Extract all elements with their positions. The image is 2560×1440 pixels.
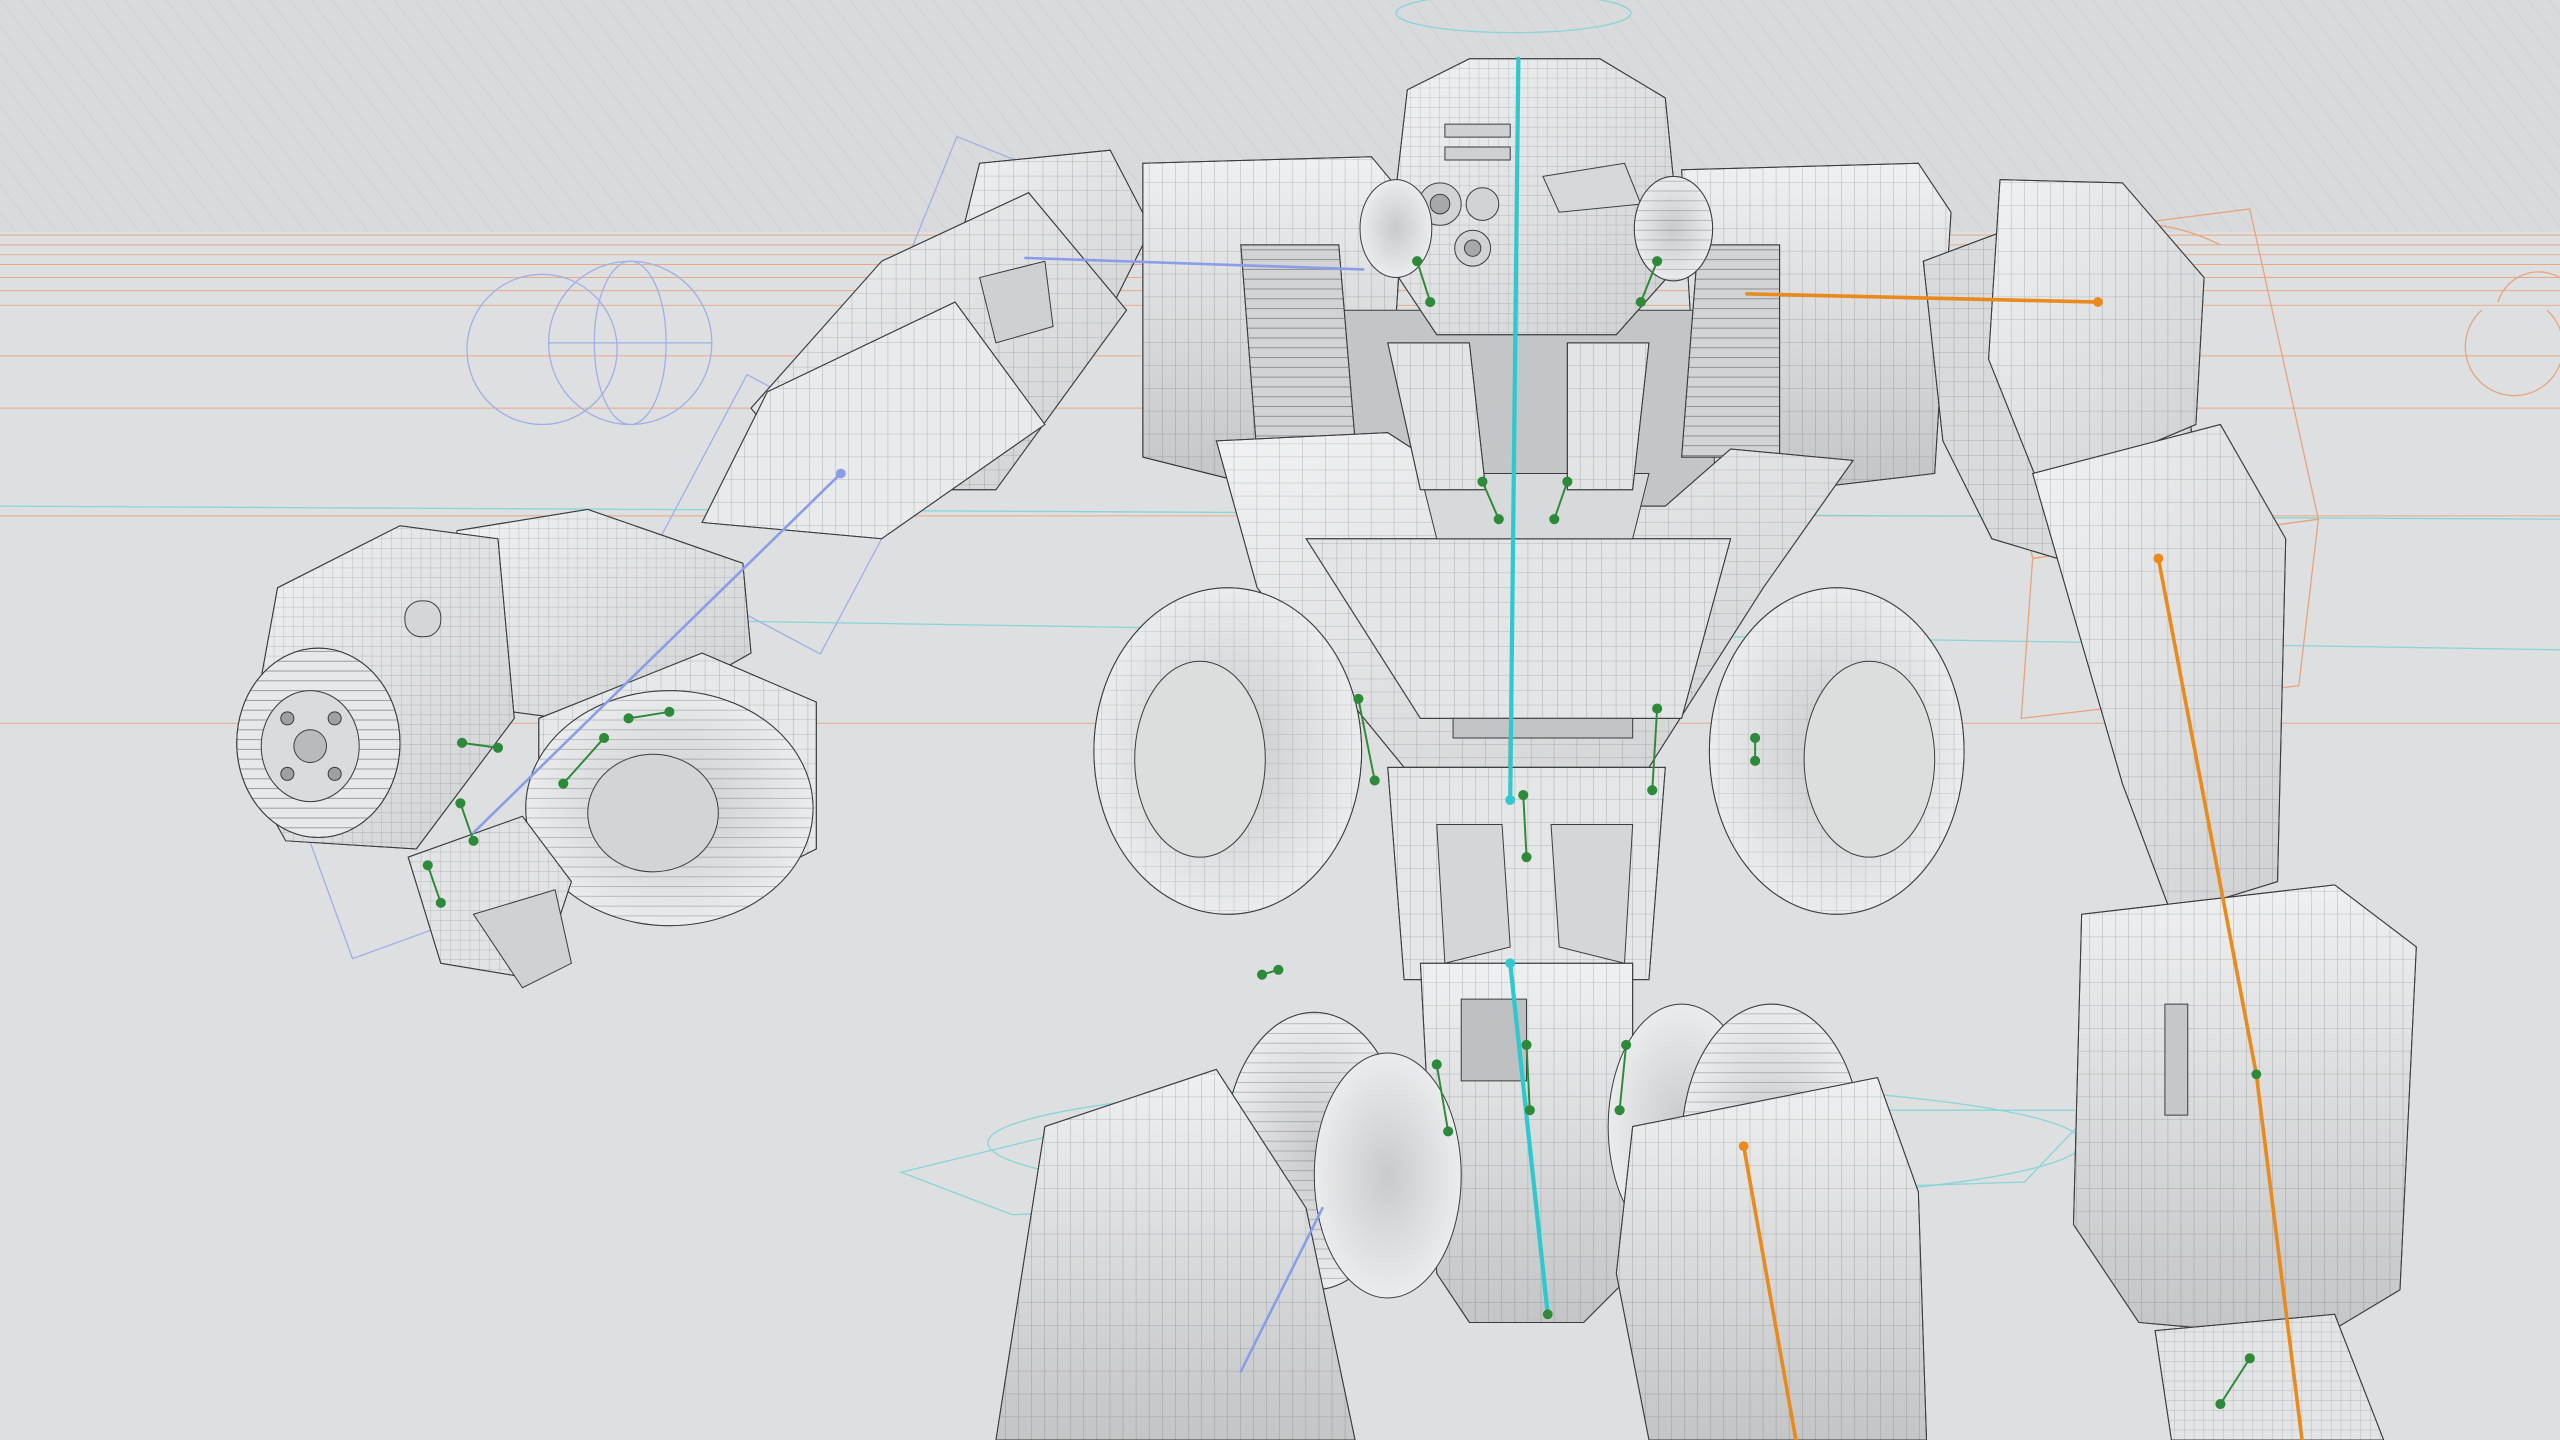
viewport-canvas[interactable] [0, 0, 2560, 1440]
left-chest-wheel[interactable] [1094, 588, 1362, 915]
3d-viewport[interactable] [0, 0, 2560, 1440]
right-chest-wheel[interactable] [1709, 588, 1964, 915]
